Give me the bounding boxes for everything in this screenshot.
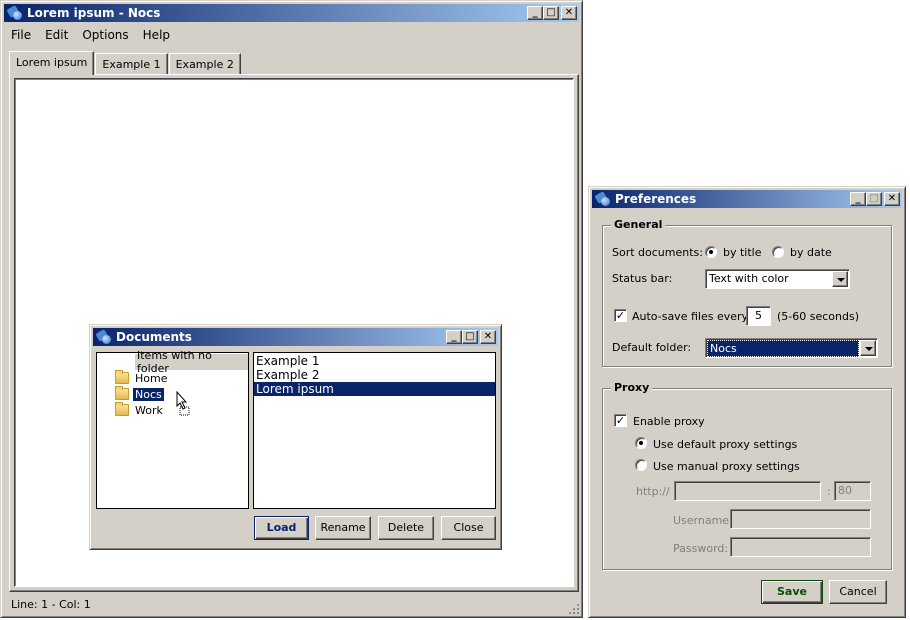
app-icon [96,329,112,345]
status-text: Line: 1 - Col: 1 [11,597,91,611]
password-input [730,537,871,557]
minimize-button[interactable]: _ [527,6,543,20]
password-label: Password: [673,542,729,555]
tab-example-1[interactable]: Example 1 [95,53,168,74]
http-label: http:// [636,485,670,498]
default-proxy-radio[interactable] [635,437,647,449]
minimize-button[interactable]: _ [446,330,462,344]
documents-titlebar[interactable]: Documents _ □ ✕ [93,328,498,346]
preferences-titlebar[interactable]: Preferences _ □ ✕ [592,190,902,208]
sort-by-date-radio[interactable] [772,246,784,258]
sort-by-date-label[interactable]: by date [790,246,832,259]
chevron-down-icon[interactable] [860,340,876,356]
maximize-button[interactable]: □ [462,330,478,344]
autosave-interval-input[interactable]: 5 [746,306,771,326]
tree-item-home[interactable]: Home [115,370,167,386]
preferences-title: Preferences [615,192,697,206]
manual-proxy-radio[interactable] [635,459,647,471]
menu-help[interactable]: Help [136,28,177,42]
folder-icon [115,402,129,416]
chevron-down-icon[interactable] [832,271,848,287]
username-label: Username: [673,514,733,527]
sort-by-title-radio[interactable] [705,246,717,258]
status-bar-select[interactable]: Text with color [705,269,850,289]
menu-options[interactable]: Options [75,28,135,42]
sort-by-title-label[interactable]: by title [723,246,762,259]
maximize-button[interactable]: □ [866,192,882,206]
close-button[interactable]: ✕ [561,6,577,20]
tab-lorem-ipsum[interactable]: Lorem ipsum [9,51,95,75]
documents-dialog: Documents _ □ ✕ Items with no folder Hom… [89,324,502,550]
close-button[interactable]: ✕ [884,192,900,206]
tab-example-2[interactable]: Example 2 [168,53,241,74]
app-icon [7,5,23,21]
close-button[interactable]: ✕ [480,330,496,344]
status-bar-label: Status bar: [612,272,673,285]
preferences-dialog: Preferences _ □ ✕ General Sort documents… [588,186,906,618]
enable-proxy-checkbox[interactable]: ✓ [614,414,627,427]
list-item-lorem-ipsum[interactable]: Lorem ipsum [254,382,495,396]
rename-button[interactable]: Rename [315,516,371,540]
tree-item-work[interactable]: Work [115,402,163,418]
delete-button[interactable]: Delete [378,516,434,540]
document-list[interactable]: Example 1 Example 2 Lorem ipsum [253,352,496,509]
main-titlebar[interactable]: Lorem ipsum - Nocs _ □ ✕ [4,4,579,22]
maximize-button[interactable]: □ [543,6,559,20]
proxy-port-input: 80 [834,481,871,501]
enable-proxy-label[interactable]: Enable proxy [633,415,705,428]
save-button[interactable]: Save [761,580,823,604]
menu-bar: File Edit Options Help [4,25,177,44]
proxy-groupbox: Proxy ✓ Enable proxy Use default proxy s… [602,381,892,570]
username-input [730,509,871,529]
list-item-example-2[interactable]: Example 2 [254,368,495,382]
close-dialog-button[interactable]: Close [441,516,496,540]
main-window-title: Lorem ipsum - Nocs [27,6,161,20]
tree-item-nocs[interactable]: Nocs [115,386,164,402]
proxy-legend: Proxy [611,381,653,394]
default-proxy-label[interactable]: Use default proxy settings [653,438,797,451]
autosave-hint: (5-60 seconds) [777,310,860,323]
default-folder-label: Default folder: [612,341,692,354]
drag-cursor-icon [176,391,190,416]
minimize-button[interactable]: _ [850,192,866,206]
menu-file[interactable]: File [4,28,38,42]
folder-icon [115,370,129,384]
menu-edit[interactable]: Edit [38,28,75,42]
manual-proxy-label[interactable]: Use manual proxy settings [653,460,800,473]
general-groupbox: General Sort documents: by title by date… [602,218,892,367]
tree-item-no-folder[interactable]: Items with no folder [135,349,248,375]
list-item-example-1[interactable]: Example 1 [254,354,495,368]
default-folder-select[interactable]: Nocs [705,338,878,358]
proxy-host-input [674,481,821,501]
port-separator: : [827,485,831,498]
load-button[interactable]: Load [254,516,309,540]
folder-tree[interactable]: Items with no folder Home Nocs Work [96,349,249,509]
general-legend: General [611,218,666,231]
sort-label: Sort documents: [612,246,703,259]
app-icon [595,191,611,207]
status-bar: Line: 1 - Col: 1 [4,594,579,614]
autosave-checkbox[interactable]: ✓ [614,309,627,322]
autosave-label[interactable]: Auto-save files every: [632,310,751,323]
cancel-button[interactable]: Cancel [829,580,887,604]
folder-icon [115,386,129,400]
documents-title: Documents [116,330,192,344]
tab-bar: Lorem ipsum Example 1 Example 2 [9,51,242,75]
